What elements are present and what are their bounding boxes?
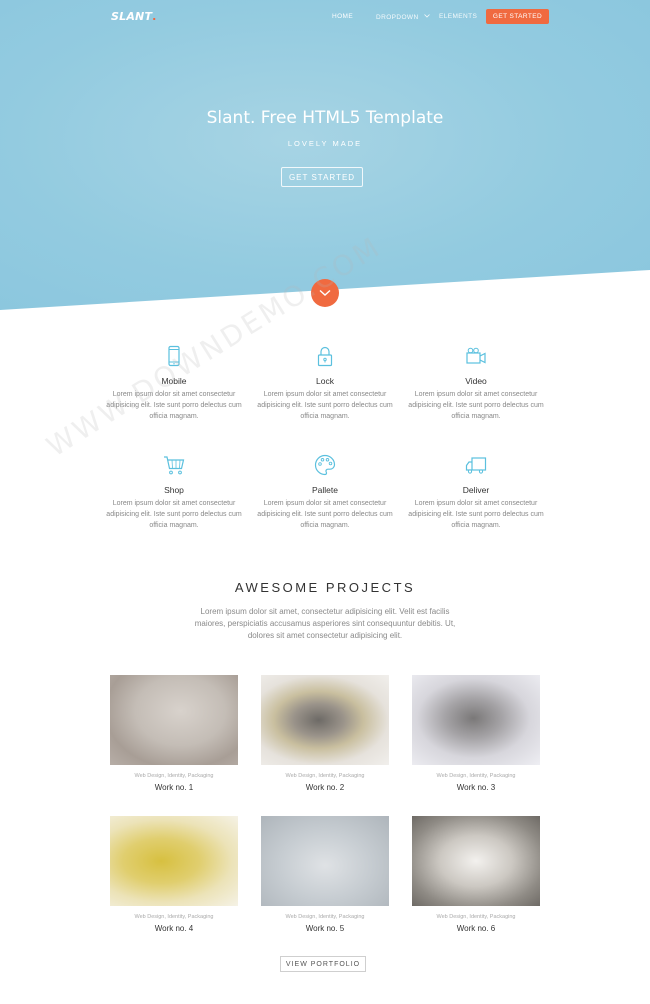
hero-section — [0, 0, 650, 310]
feature-title: Video — [465, 376, 487, 386]
projects-title: AWESOME PROJECTS — [234, 580, 416, 595]
work-categories: Web Design, Identity, Packaging — [436, 914, 516, 920]
feature-text: Lorem ipsum dolor sit amet consectetur a… — [257, 500, 393, 529]
work-item-1[interactable]: Web Design, Identity, Packaging Work no.… — [110, 675, 238, 792]
mobile-icon — [168, 345, 180, 367]
view-portfolio-button[interactable]: VIEW PORTFOLIO — [280, 956, 366, 972]
navbar: SLANT. HOME DROPDOWN ELEMENTS GET STARTE… — [0, 0, 650, 34]
work-title[interactable]: Work no. 5 — [261, 924, 389, 933]
work-title[interactable]: Work no. 4 — [110, 924, 238, 933]
work-categories: Web Design, Identity, Packaging — [285, 914, 365, 920]
work-thumbnail[interactable] — [110, 675, 238, 765]
nav-item-home[interactable]: HOME — [332, 13, 353, 20]
work-title[interactable]: Work no. 1 — [110, 783, 238, 792]
hero-get-started-button[interactable]: GET STARTED — [281, 167, 363, 187]
feature-lock: Lock Lorem ipsum dolor sit amet consecte… — [250, 344, 400, 422]
feature-text: Lorem ipsum dolor sit amet consectetur a… — [106, 391, 242, 420]
hero-subtitle: LOVELY MADE — [287, 139, 363, 148]
feature-title: Lock — [316, 376, 334, 386]
feature-title: Pallete — [312, 485, 338, 495]
feature-text: Lorem ipsum dolor sit amet consectetur a… — [408, 391, 544, 420]
feature-title: Deliver — [462, 485, 490, 495]
video-icon — [466, 347, 486, 364]
work-categories: Web Design, Identity, Packaging — [285, 773, 365, 779]
palette-icon — [314, 454, 336, 476]
feature-title: Mobile — [161, 376, 187, 386]
work-item-4[interactable]: Web Design, Identity, Packaging Work no.… — [110, 816, 238, 933]
work-thumbnail[interactable] — [110, 816, 238, 906]
work-item-6[interactable]: Web Design, Identity, Packaging Work no.… — [412, 816, 540, 933]
feature-pallete: Pallete Lorem ipsum dolor sit amet conse… — [250, 453, 400, 531]
work-thumbnail[interactable] — [261, 675, 389, 765]
projects-description: Lorem ipsum dolor sit amet, consectetur … — [194, 607, 456, 640]
brand-logo[interactable]: SLANT. — [111, 10, 157, 23]
feature-mobile: Mobile Lorem ipsum dolor sit amet consec… — [99, 344, 249, 422]
nav-item-dropdown[interactable]: DROPDOWN — [376, 13, 430, 21]
work-title[interactable]: Work no. 2 — [261, 783, 389, 792]
hero-title: Slant. Free HTML5 Template — [206, 108, 444, 128]
nav-get-started-button[interactable]: GET STARTED — [486, 9, 549, 24]
chevron-down-icon — [319, 289, 331, 296]
work-item-3[interactable]: Web Design, Identity, Packaging Work no.… — [412, 675, 540, 792]
feature-text: Lorem ipsum dolor sit amet consectetur a… — [106, 500, 242, 529]
feature-text: Lorem ipsum dolor sit amet consectetur a… — [408, 500, 544, 529]
chevron-down-icon — [423, 13, 430, 20]
lock-icon — [317, 346, 333, 367]
nav-item-elements[interactable]: ELEMENTS — [439, 13, 477, 20]
feature-video: Video Lorem ipsum dolor sit amet consect… — [401, 344, 551, 422]
work-item-5[interactable]: Web Design, Identity, Packaging Work no.… — [261, 816, 389, 933]
work-item-2[interactable]: Web Design, Identity, Packaging Work no.… — [261, 675, 389, 792]
work-categories: Web Design, Identity, Packaging — [436, 773, 516, 779]
work-thumbnail[interactable] — [412, 675, 540, 765]
feature-text: Lorem ipsum dolor sit amet consectetur a… — [257, 391, 393, 420]
work-categories: Web Design, Identity, Packaging — [134, 773, 214, 779]
work-title[interactable]: Work no. 3 — [412, 783, 540, 792]
work-title[interactable]: Work no. 6 — [412, 924, 540, 933]
nav-item-dropdown-label: DROPDOWN — [376, 14, 419, 21]
feature-title: Shop — [164, 485, 184, 495]
truck-icon — [465, 457, 487, 474]
feature-deliver: Deliver Lorem ipsum dolor sit amet conse… — [401, 453, 551, 531]
work-thumbnail[interactable] — [261, 816, 389, 906]
feature-shop: Shop Lorem ipsum dolor sit amet consecte… — [99, 453, 249, 531]
scroll-down-button[interactable] — [311, 279, 339, 307]
work-categories: Web Design, Identity, Packaging — [134, 914, 214, 920]
cart-icon — [164, 456, 185, 475]
work-thumbnail[interactable] — [412, 816, 540, 906]
